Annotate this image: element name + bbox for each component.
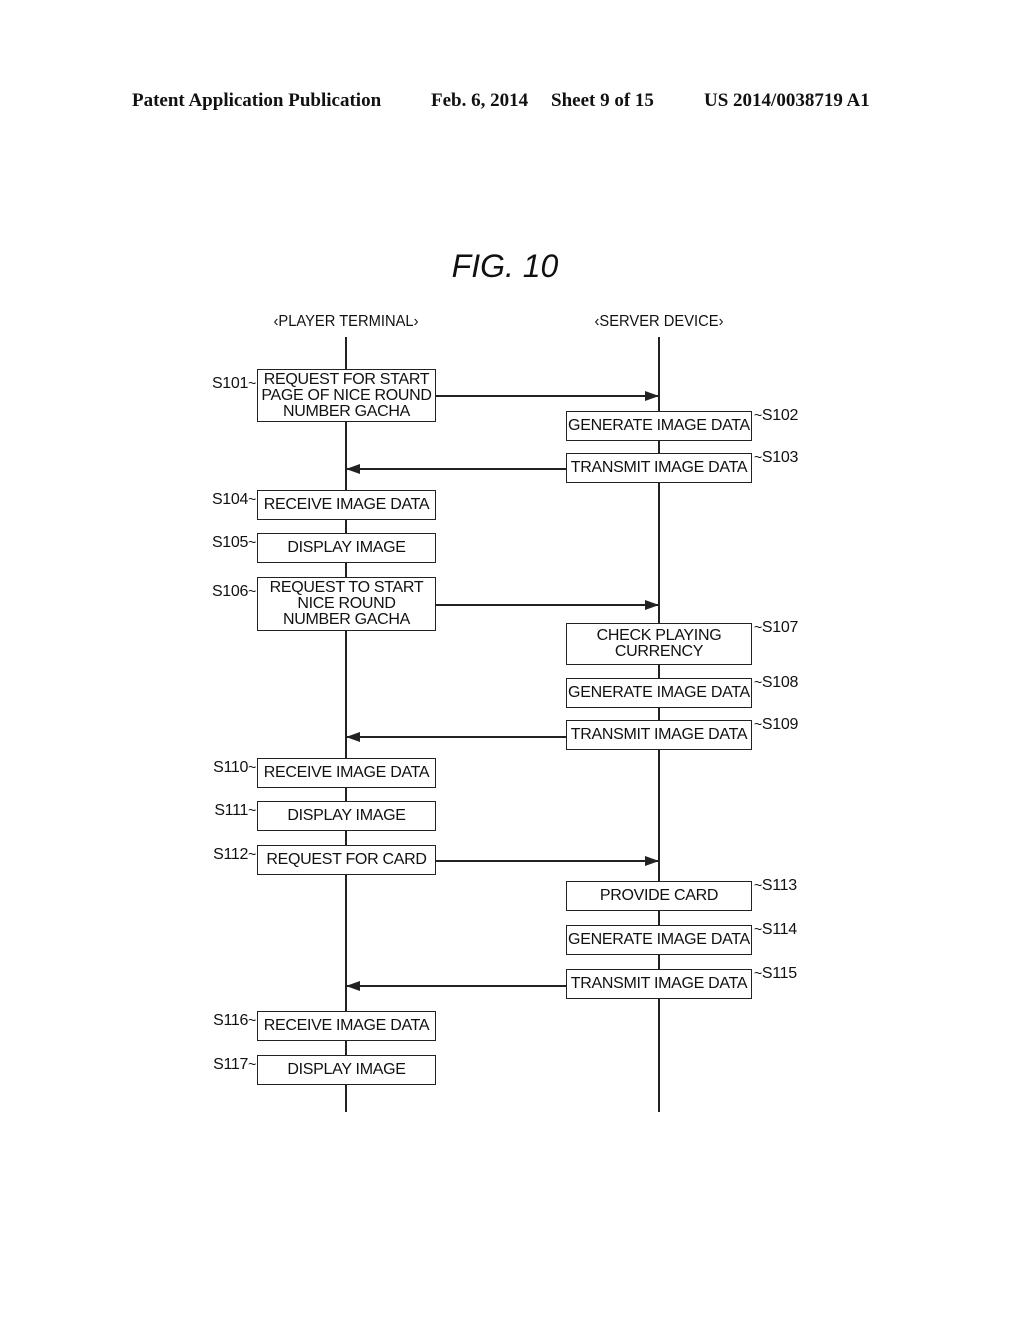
step-box-s102: GENERATE IMAGE DATA [566,411,752,441]
step-label-s110: S110~ [213,759,256,777]
lane-label-server-device: ‹SERVER DEVICE› [594,313,724,330]
step-id: S109 [761,716,799,733]
step-id: S103 [761,449,799,466]
leader-tilde-icon: ~ [248,1056,256,1072]
leader-tilde-icon: ~ [248,846,256,862]
step-box-s112: REQUEST FOR CARD [257,845,436,875]
step-id: S108 [761,674,799,691]
step-id: S106 [211,583,249,600]
leader-tilde-icon: ~ [248,491,256,507]
step-box-s115: TRANSMIT IMAGE DATA [566,969,752,999]
message-arrow-s115 [346,981,566,990]
leader-tilde-icon: ~ [754,449,762,465]
message-arrow-s103 [346,464,566,473]
step-label-s104: S104~ [212,491,256,509]
step-box-s110: RECEIVE IMAGE DATA [257,758,436,788]
leader-tilde-icon: ~ [754,407,762,423]
step-label-s106: S106~ [212,583,256,601]
step-id: S107 [761,619,799,636]
step-label-s107: ~S107 [754,619,798,637]
leader-tilde-icon: ~ [248,583,256,599]
message-arrow-s106 [436,600,659,609]
step-id: S105 [211,534,249,551]
step-label-s111: S111~ [214,802,256,820]
leader-tilde-icon: ~ [248,759,256,775]
message-arrow-s112 [436,856,659,865]
leader-tilde-icon: ~ [754,921,762,937]
leader-tilde-icon: ~ [248,802,256,818]
step-box-s104: RECEIVE IMAGE DATA [257,490,436,520]
step-id: S101 [211,375,249,392]
lifeline-player-terminal [345,337,347,1112]
step-label-s102: ~S102 [754,407,798,425]
step-label-s108: ~S108 [754,674,798,692]
step-id: S110 [213,759,249,776]
leader-tilde-icon: ~ [754,619,762,635]
step-box-s111: DISPLAY IMAGE [257,801,436,831]
step-id: S111 [214,802,249,819]
step-label-s105: S105~ [212,534,256,552]
patent-number: US 2014/0038719 A1 [704,90,870,111]
step-label-s109: ~S109 [754,716,798,734]
step-id: S117 [213,1056,249,1073]
step-box-s106: REQUEST TO START NICE ROUND NUMBER GACHA [257,577,436,631]
step-box-s117: DISPLAY IMAGE [257,1055,436,1085]
step-box-s113: PROVIDE CARD [566,881,752,911]
step-label-s115: ~S115 [754,965,797,983]
step-id: S102 [761,407,799,424]
step-label-s101: S101~ [212,375,256,393]
step-label-s113: ~S113 [754,877,797,895]
step-id: S116 [213,1012,249,1029]
step-id: S112 [213,846,249,863]
step-label-s103: ~S103 [754,449,798,467]
publication-date: Feb. 6, 2014 [431,90,529,111]
step-id: S114 [761,921,797,938]
leader-tilde-icon: ~ [754,877,762,893]
step-box-s109: TRANSMIT IMAGE DATA [566,720,752,750]
publication-label: Patent Application Publication [132,90,382,111]
step-label-s117: S117~ [213,1056,256,1074]
message-arrow-s101 [436,391,659,400]
step-box-s107: CHECK PLAYING CURRENCY [566,623,752,665]
sheet-number: Sheet 9 of 15 [551,90,654,111]
step-box-s114: GENERATE IMAGE DATA [566,925,752,955]
leader-tilde-icon: ~ [754,965,762,981]
leader-tilde-icon: ~ [248,1012,256,1028]
step-id: S104 [211,491,249,508]
leader-tilde-icon: ~ [248,375,256,391]
step-label-s112: S112~ [213,846,256,864]
step-label-s116: S116~ [213,1012,256,1030]
message-arrow-s109 [346,732,566,741]
step-box-s108: GENERATE IMAGE DATA [566,678,752,708]
step-box-s105: DISPLAY IMAGE [257,533,436,563]
step-id: S113 [761,877,797,894]
step-box-s101: REQUEST FOR START PAGE OF NICE ROUND NUM… [257,369,436,422]
step-box-s103: TRANSMIT IMAGE DATA [566,453,752,483]
leader-tilde-icon: ~ [754,674,762,690]
leader-tilde-icon: ~ [248,534,256,550]
step-id: S115 [761,965,797,982]
figure-title: FIG. 10 [451,248,559,284]
step-label-s114: ~S114 [754,921,797,939]
step-box-s116: RECEIVE IMAGE DATA [257,1011,436,1041]
lane-label-player-terminal: ‹PLAYER TERMINAL› [273,313,419,330]
leader-tilde-icon: ~ [754,716,762,732]
